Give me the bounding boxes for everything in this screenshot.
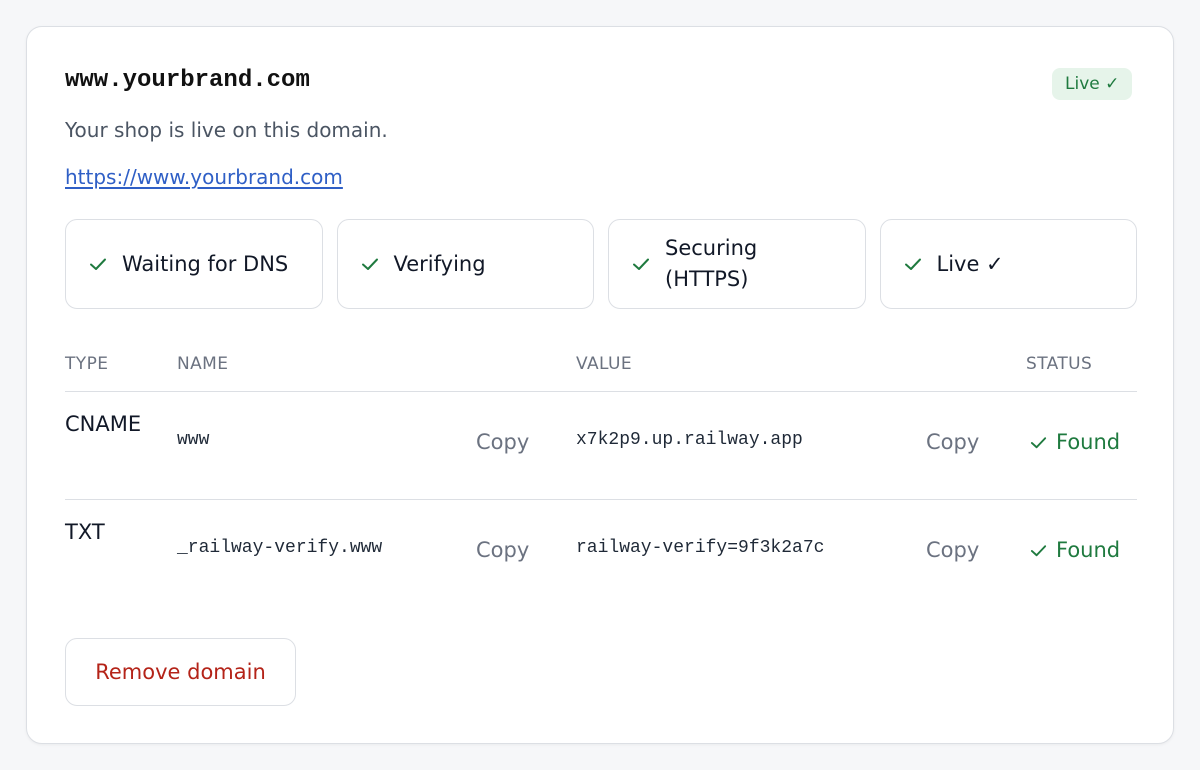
table-row: CNAME www Copy x7k2p9.up.railway.app Cop… — [65, 392, 1137, 500]
step-label: Securing (HTTPS) — [665, 236, 758, 291]
step-securing-https: Securing (HTTPS) — [608, 219, 866, 309]
domain-description: Your shop is live on this domain. — [65, 118, 388, 142]
check-icon — [904, 258, 921, 270]
check-icon — [361, 258, 378, 270]
remove-domain-button[interactable]: Remove domain — [65, 638, 296, 706]
check-icon — [633, 258, 649, 270]
table-row: TXT _railway-verify.www Copy railway-ver… — [65, 500, 1137, 608]
copy-value-button[interactable]: Copy — [926, 538, 979, 562]
copy-name-button[interactable]: Copy — [476, 538, 529, 562]
step-waiting-for-dns: Waiting for DNS — [65, 219, 323, 309]
step-label: Verifying — [393, 251, 486, 276]
domain-title: www.yourbrand.com — [65, 67, 310, 94]
check-icon — [1030, 544, 1047, 556]
record-value: x7k2p9.up.railway.app — [576, 430, 803, 450]
progress-steps: Waiting for DNS Verifying Securing (HTTP… — [65, 219, 1137, 309]
record-type: CNAME — [65, 412, 142, 436]
check-icon — [1030, 436, 1047, 448]
dns-records-table: TYPE NAME VALUE STATUS CNAME www Copy x7… — [65, 349, 1137, 608]
header-status: STATUS — [1026, 354, 1093, 374]
status-badge: Live ✓ — [1052, 68, 1133, 100]
record-name: _railway-verify.www — [177, 538, 383, 558]
header-name: NAME — [177, 354, 229, 374]
step-label: Waiting for DNS — [122, 251, 289, 276]
record-name: www — [177, 430, 210, 450]
header-value: VALUE — [576, 354, 632, 374]
step-label: Live ✓ — [936, 251, 1004, 276]
header-type: TYPE — [65, 354, 109, 374]
record-value: railway-verify=9f3k2a7c — [576, 538, 825, 558]
step-verifying: Verifying — [336, 219, 594, 309]
status-label: Found — [1056, 538, 1121, 562]
domain-card: www.yourbrand.com Live ✓ Your shop is li… — [26, 26, 1174, 744]
record-type: TXT — [65, 520, 105, 544]
status-label: Found — [1056, 430, 1121, 454]
table-header: TYPE NAME VALUE STATUS — [65, 349, 1137, 392]
record-status: Found — [1029, 538, 1120, 562]
copy-value-button[interactable]: Copy — [926, 430, 979, 454]
record-status: Found — [1029, 430, 1120, 454]
step-live: Live ✓ — [879, 219, 1137, 309]
copy-name-button[interactable]: Copy — [476, 430, 529, 454]
check-icon — [90, 258, 106, 270]
domain-link[interactable]: https://www.yourbrand.com — [65, 165, 343, 189]
